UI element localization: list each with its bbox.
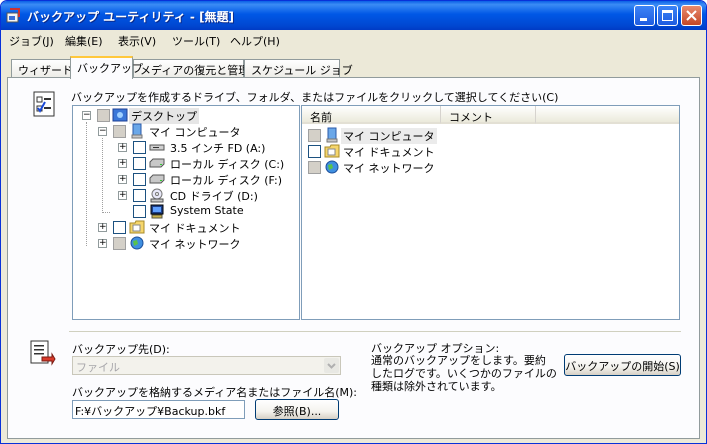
tab-wizard[interactable]: ウィザード	[11, 59, 73, 78]
backup-app-icon	[6, 8, 20, 23]
close-button[interactable]	[681, 5, 702, 26]
tab-restore-manage[interactable]: メディアの復元と管理	[133, 59, 249, 78]
title-bar[interactable]: バックアップ ユーティリティ - [無題]	[1, 1, 706, 30]
tree-local-c[interactable]: ローカル ディスク (C:)	[168, 156, 286, 172]
window-title: バックアップ ユーティリティ - [無題]	[27, 10, 235, 24]
computer-icon	[131, 123, 143, 139]
hard-disk-icon	[149, 158, 165, 168]
selection-tree[interactable]: − デスクトップ − マイ コンピュータ + 3.5 インチ FD (A:) +…	[72, 105, 300, 320]
cd-drive-icon	[150, 188, 164, 203]
tree-desktop[interactable]: デスクトップ	[129, 108, 199, 124]
tree-toggle-desktop[interactable]: −	[82, 111, 91, 120]
column-header-comment[interactable]: コメント	[441, 106, 536, 124]
computer-icon	[326, 127, 338, 143]
network-globe-icon	[130, 236, 144, 250]
checkbox-my-network[interactable]	[113, 237, 126, 250]
tree-toggle-local-f[interactable]: +	[118, 175, 127, 184]
list-item-my-documents[interactable]: マイ ドキュメント	[341, 144, 437, 160]
checkbox-my-computer[interactable]	[113, 125, 126, 138]
checklist-icon	[33, 91, 55, 117]
maximize-button[interactable]	[657, 5, 678, 26]
documents-folder-icon	[324, 144, 340, 158]
column-header-filler	[536, 106, 679, 124]
desktop-icon	[112, 108, 128, 122]
media-label: バックアップを格納するメディア名またはファイル名(M):	[72, 386, 358, 399]
list-checkbox-my-network[interactable]	[308, 161, 321, 174]
checkbox-system-state[interactable]	[133, 205, 146, 218]
tree-my-network[interactable]: マイ ネットワーク	[147, 236, 243, 252]
tree-toggle-cd[interactable]: +	[118, 191, 127, 200]
tree-toggle-fd[interactable]: +	[118, 143, 127, 152]
tree-cd[interactable]: CD ドライブ (D:)	[168, 188, 260, 204]
tab-schedule-jobs[interactable]: スケジュール ジョブ	[244, 59, 353, 78]
menu-tools[interactable]: ツール(T)	[172, 33, 220, 49]
column-header-name[interactable]: 名前	[302, 106, 441, 124]
start-backup-button[interactable]: バックアップの開始(S)	[564, 354, 681, 376]
checkbox-desktop[interactable]	[97, 109, 110, 122]
floppy-drive-icon	[149, 144, 165, 151]
checkbox-local-f[interactable]	[133, 173, 146, 186]
tab-backup[interactable]: バックアップ	[70, 56, 143, 79]
tree-fd[interactable]: 3.5 インチ FD (A:)	[168, 140, 267, 156]
tree-toggle-local-c[interactable]: +	[118, 159, 127, 168]
menu-help[interactable]: ヘルプ(H)	[230, 33, 280, 49]
backup-destination-icon	[30, 340, 56, 366]
tree-toggle-my-computer[interactable]: −	[98, 127, 107, 136]
minimize-icon	[640, 18, 647, 21]
destination-select[interactable]: ファイル	[72, 356, 341, 375]
list-item-my-computer[interactable]: マイ コンピュータ	[341, 128, 437, 144]
backup-utility-window: バックアップ ユーティリティ - [無題] ジョブ(J) 編集(E) 表示(V)…	[0, 0, 707, 444]
list-checkbox-my-documents[interactable]	[308, 145, 321, 158]
network-globe-icon	[325, 160, 339, 174]
menu-job[interactable]: ジョブ(J)	[9, 33, 54, 49]
menu-view[interactable]: 表示(V)	[118, 33, 156, 49]
documents-folder-icon	[129, 220, 145, 234]
list-checkbox-my-computer[interactable]	[308, 129, 321, 142]
hard-disk-icon	[149, 174, 165, 184]
dropdown-arrow-icon[interactable]	[324, 358, 339, 373]
minimize-button[interactable]	[634, 5, 655, 26]
close-icon	[686, 10, 697, 21]
tree-local-f[interactable]: ローカル ディスク (F:)	[168, 172, 284, 188]
options-line-3: 種類は除外されています。	[371, 380, 502, 393]
selection-list[interactable]: 名前 コメント マイ コンピュータ マイ ドキュメント マイ ネットワーク	[301, 105, 680, 320]
list-item-my-network[interactable]: マイ ネットワーク	[341, 160, 437, 176]
destination-value: ファイル	[76, 361, 120, 374]
browse-button[interactable]: 参照(B)...	[255, 399, 339, 420]
checkbox-fd[interactable]	[133, 141, 146, 154]
checkbox-local-c[interactable]	[133, 157, 146, 170]
checkbox-cd[interactable]	[133, 189, 146, 202]
tree-my-documents[interactable]: マイ ドキュメント	[147, 220, 243, 236]
tree-toggle-my-documents[interactable]: +	[98, 223, 107, 232]
menu-edit[interactable]: 編集(E)	[65, 33, 103, 49]
system-state-icon	[150, 204, 164, 219]
separator	[69, 331, 681, 332]
menu-bar: ジョブ(J) 編集(E) 表示(V) ツール(T) ヘルプ(H)	[1, 30, 706, 50]
tree-system-state[interactable]: System State	[168, 204, 246, 217]
instruction-label: バックアップを作成するドライブ、フォルダ、またはファイルをクリックして選択してく…	[71, 91, 559, 104]
maximize-icon	[662, 10, 673, 21]
media-filename-input[interactable]: F:¥バックアップ¥Backup.bkf	[72, 400, 245, 419]
media-filename-value: F:¥バックアップ¥Backup.bkf	[75, 405, 226, 418]
destination-label: バックアップ先(D):	[72, 343, 170, 356]
tree-toggle-my-network[interactable]: +	[98, 239, 107, 248]
tree-my-computer[interactable]: マイ コンピュータ	[147, 124, 243, 140]
checkbox-my-documents[interactable]	[113, 221, 126, 234]
